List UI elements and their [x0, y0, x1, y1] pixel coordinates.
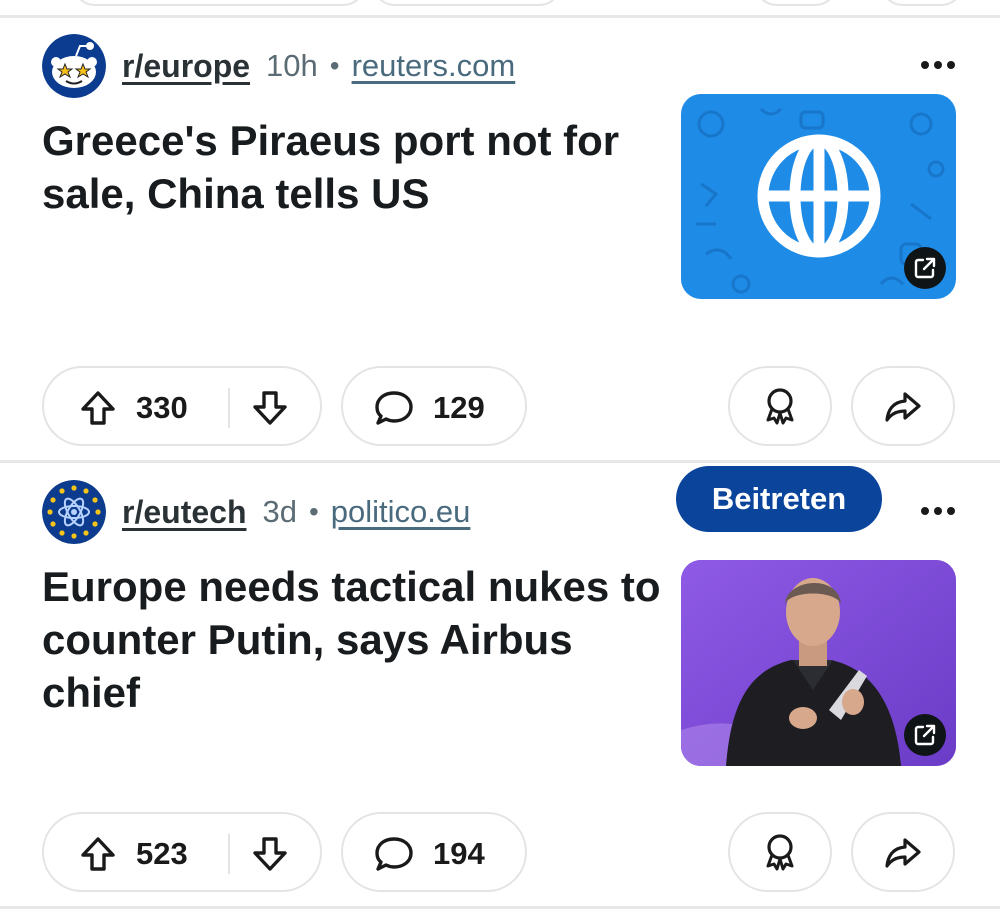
globe-icon: [757, 134, 881, 258]
reddit-snoo-star-eyes-icon: [42, 34, 106, 98]
comment-count: 194: [433, 836, 485, 871]
post-meta: r/eutech 3d • politico.eu: [42, 480, 470, 544]
post-title[interactable]: Greece's Piraeus port not for sale, Chin…: [42, 114, 662, 220]
ellipsis-icon: [921, 61, 955, 69]
post-title[interactable]: Europe needs tactical nukes to counter P…: [42, 560, 662, 719]
post-meta: r/europe 10h • reuters.com: [42, 34, 515, 98]
award-button[interactable]: [728, 366, 832, 446]
meta-separator: •: [308, 496, 319, 527]
post-card[interactable]: r/eutech 3d • politico.eu Beitreten Euro…: [0, 466, 1000, 900]
vote-divider: [228, 388, 230, 428]
vote-bar: 330: [42, 366, 322, 446]
external-link-badge: [904, 247, 946, 289]
post-age: 3d: [262, 494, 297, 529]
comments-button[interactable]: 129: [341, 366, 527, 446]
upvote-icon[interactable]: [78, 834, 118, 874]
post-divider: [0, 460, 1000, 463]
eu-atom-icon: [42, 480, 106, 544]
link-thumbnail[interactable]: [681, 560, 956, 766]
post-divider: [0, 906, 1000, 909]
comments-button[interactable]: 194: [341, 812, 527, 892]
source-domain-link[interactable]: politico.eu: [331, 494, 471, 530]
ellipsis-icon: [921, 507, 955, 515]
subreddit-link[interactable]: r/europe: [122, 48, 250, 85]
post-divider: [0, 15, 1000, 18]
share-button[interactable]: [851, 366, 955, 446]
comment-bubble-icon: [375, 391, 413, 425]
downvote-icon[interactable]: [250, 834, 290, 874]
award-icon: [766, 834, 794, 871]
upvote-icon[interactable]: [78, 388, 118, 428]
more-options-button[interactable]: [918, 48, 958, 82]
award-icon: [766, 388, 794, 425]
more-options-button[interactable]: [918, 494, 958, 528]
join-button[interactable]: Beitreten: [676, 466, 882, 532]
link-thumbnail[interactable]: [681, 94, 956, 299]
award-button[interactable]: [728, 812, 832, 892]
external-link-icon: [914, 724, 936, 746]
meta-separator: •: [329, 50, 340, 81]
share-arrow-icon: [885, 838, 921, 868]
subreddit-link[interactable]: r/eutech: [122, 494, 246, 531]
subreddit-avatar[interactable]: [42, 480, 106, 544]
vote-divider: [228, 834, 230, 874]
source-domain-link[interactable]: reuters.com: [352, 48, 516, 84]
post-age: 10h: [266, 48, 318, 83]
share-button[interactable]: [851, 812, 955, 892]
comment-count: 129: [433, 390, 485, 425]
previous-post-award-pill: [754, 0, 838, 6]
vote-bar: 523: [42, 812, 322, 892]
upvote-count: 523: [136, 836, 188, 871]
upvote-count: 330: [136, 390, 188, 425]
previous-post-share-pill: [880, 0, 964, 6]
external-link-badge: [904, 714, 946, 756]
subreddit-avatar[interactable]: [42, 34, 106, 98]
downvote-icon[interactable]: [250, 388, 290, 428]
previous-post-comments-pill: [372, 0, 562, 6]
comment-bubble-icon: [375, 837, 413, 871]
post-card[interactable]: r/europe 10h • reuters.com Greece's Pira…: [0, 34, 1000, 454]
previous-post-vote-pill: [72, 0, 366, 6]
share-arrow-icon: [885, 392, 921, 422]
external-link-icon: [914, 257, 936, 279]
